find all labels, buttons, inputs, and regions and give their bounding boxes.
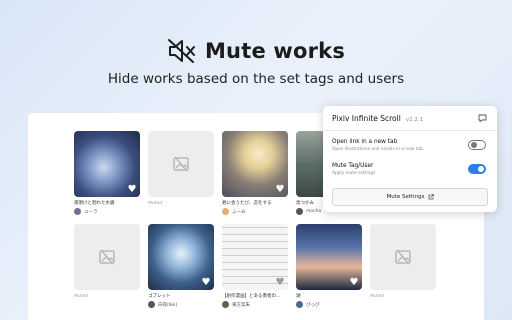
artwork-user[interactable]: ふーみ — [222, 208, 288, 215]
mute-settings-label: Mute Settings — [386, 194, 425, 200]
image-hidden-icon — [395, 249, 411, 265]
app-name: Pixiv Infinite Scroll — [332, 114, 401, 123]
artwork-title[interactable]: 夜明けと割れた水鏡 — [74, 200, 140, 206]
avatar — [222, 208, 229, 215]
artwork-thumbnail[interactable]: ♥ — [74, 131, 140, 197]
artwork-thumbnail[interactable]: ♥ — [222, 131, 288, 197]
mute-settings-button[interactable]: Mute Settings — [332, 188, 488, 206]
user-name[interactable]: 東方案朱 — [232, 302, 250, 308]
artwork-card[interactable]: ♥ 君に会うたび、恋をする ふーみ — [222, 131, 288, 215]
popup-divider — [323, 130, 497, 131]
feedback-icon[interactable] — [478, 114, 487, 122]
hero-title: Mute works — [0, 38, 512, 64]
speaker-muted-icon — [167, 39, 195, 63]
user-name[interactable]: ふーみ — [232, 209, 246, 215]
toggle-knob — [470, 141, 477, 148]
artwork-thumbnail[interactable]: ♥ — [222, 224, 288, 290]
mute-title: Mute Tag/User — [332, 163, 374, 169]
artwork-card[interactable]: Muted — [74, 224, 140, 299]
muted-thumbnail — [370, 224, 436, 290]
artwork-thumbnail[interactable]: ♥ — [148, 224, 214, 290]
artwork-user[interactable]: ぴっぴ — [296, 301, 362, 308]
user-name[interactable]: mocha — [306, 209, 321, 214]
artwork-thumbnail[interactable]: ♥ — [296, 224, 362, 290]
toggle-knob — [478, 166, 484, 172]
open-link-desc: Open illustrations and novels in a new t… — [332, 147, 425, 152]
heart-icon[interactable]: ♥ — [127, 185, 137, 195]
heart-icon[interactable]: ♥ — [201, 278, 211, 288]
muted-thumbnail — [74, 224, 140, 290]
artwork-card[interactable]: ♥ 【創作漫画】とある勇者の... 東方案朱 — [222, 224, 288, 308]
mute-desc: Apply mute settings. — [332, 171, 377, 176]
image-hidden-icon — [99, 249, 115, 265]
image-hidden-icon — [173, 156, 189, 172]
heart-icon[interactable]: ♥ — [349, 278, 359, 288]
artwork-card[interactable]: ♥ ゴブレット 白夜(Kei) — [148, 224, 214, 308]
muted-thumbnail — [148, 131, 214, 197]
popup-header: Pixiv Infinite Scroll v2.2.1 — [332, 114, 423, 123]
artwork-card[interactable]: ♥ 夜明けと割れた水鏡 ユーラ — [74, 131, 140, 215]
external-link-icon — [428, 194, 434, 200]
page-subtitle: Hide works based on the set tags and use… — [107, 71, 405, 87]
mute-toggle[interactable] — [468, 164, 486, 174]
artwork-title[interactable]: 【創作漫画】とある勇者の... — [222, 293, 288, 299]
artwork-title[interactable]: 君に会うたび、恋をする — [222, 200, 288, 206]
muted-label: Muted — [74, 294, 89, 299]
artwork-user[interactable]: 東方案朱 — [222, 301, 288, 308]
muted-label: Muted — [148, 201, 163, 206]
artwork-title[interactable]: ゴブレット — [148, 293, 214, 299]
artwork-user[interactable]: ユーラ — [74, 208, 140, 215]
artwork-card[interactable]: ♥ 湖 ぴっぴ — [296, 224, 362, 308]
artwork-user[interactable]: 白夜(Kei) — [148, 301, 214, 308]
open-link-title: Open link in a new tab — [332, 139, 398, 145]
artwork-card[interactable]: Muted — [148, 131, 214, 206]
user-name[interactable]: 白夜(Kei) — [158, 302, 177, 308]
avatar — [222, 301, 229, 308]
user-name[interactable]: ユーラ — [84, 209, 98, 215]
artwork-card[interactable]: Muted — [370, 224, 436, 299]
extension-popup: Pixiv Infinite Scroll v2.2.1 Open link i… — [323, 106, 497, 212]
heart-icon[interactable]: ♥ — [275, 278, 285, 288]
avatar — [148, 301, 155, 308]
page-title: Mute works — [204, 39, 346, 63]
avatar — [296, 208, 303, 215]
open-link-toggle[interactable] — [468, 140, 486, 150]
muted-label: Muted — [370, 294, 385, 299]
user-name[interactable]: ぴっぴ — [306, 302, 320, 308]
heart-icon[interactable]: ♥ — [275, 185, 285, 195]
artwork-title[interactable]: 湖 — [296, 293, 362, 299]
avatar — [74, 208, 81, 215]
avatar — [296, 301, 303, 308]
app-version: v2.2.1 — [405, 117, 424, 123]
